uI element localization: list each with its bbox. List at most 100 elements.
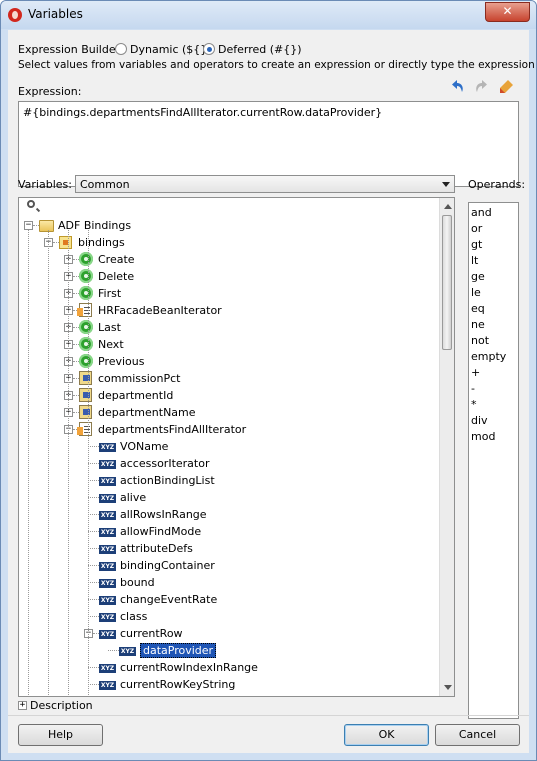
tree-item-label[interactable]: currentRow — [120, 627, 183, 640]
tree-item-label[interactable]: commissionPct — [98, 372, 180, 385]
variables-tree-panel: − ADF Bindings − bindings + Create + Delete + Fir… — [18, 197, 455, 697]
tree-search-input[interactable] — [21, 200, 452, 214]
collapse-icon[interactable]: − — [24, 221, 33, 230]
tree-item-label[interactable]: First — [98, 287, 121, 300]
tree-item-label[interactable]: class — [120, 610, 147, 623]
tree-scrollbar[interactable] — [439, 198, 454, 696]
tree-item-label[interactable]: Previous — [98, 355, 145, 368]
tree-item-label[interactable]: departmentId — [98, 389, 173, 402]
operand-item[interactable]: lt — [471, 253, 478, 269]
help-button[interactable]: Help — [18, 724, 103, 746]
variables-select-value: Common — [80, 178, 130, 191]
operand-item[interactable]: - — [471, 381, 475, 397]
tree-row[interactable]: XYZ class — [19, 608, 439, 625]
tree-item-label[interactable]: bindings — [78, 236, 125, 249]
tree-item-label[interactable]: departmentName — [98, 406, 196, 419]
operand-item[interactable]: ne — [471, 317, 485, 333]
tree-row[interactable]: + Next — [19, 336, 439, 353]
tree-row[interactable]: XYZ changeEventRate — [19, 591, 439, 608]
operand-item[interactable]: or — [471, 221, 482, 237]
description-label[interactable]: Description — [30, 699, 93, 712]
tree-guide-line — [48, 230, 49, 695]
tree-row[interactable]: + Previous — [19, 353, 439, 370]
tree-item-label[interactable]: changeEventRate — [120, 593, 217, 606]
title-bar[interactable]: Variables ✕ — [1, 1, 536, 29]
close-button[interactable]: ✕ — [485, 2, 530, 22]
tree-row[interactable]: − ADF Bindings — [19, 217, 439, 234]
xyz-icon: XYZ — [99, 613, 116, 622]
scroll-down-icon[interactable] — [444, 685, 452, 690]
tree-item-label[interactable]: bindingContainer — [120, 559, 215, 572]
tree-row[interactable]: + departmentName — [19, 404, 439, 421]
tree-row[interactable]: + HRFacadeBeanIterator — [19, 302, 439, 319]
tree-item-label[interactable]: dataProvider — [140, 643, 217, 658]
tree-row[interactable]: XYZ currentRowKeyString — [19, 676, 439, 693]
tree-item-label[interactable]: VOName — [120, 440, 168, 453]
operand-item[interactable]: and — [471, 205, 492, 221]
tree-row[interactable]: + Delete — [19, 268, 439, 285]
operand-item[interactable]: not — [471, 333, 489, 349]
tree-item-label[interactable]: Delete — [98, 270, 134, 283]
tree-row[interactable]: + First — [19, 285, 439, 302]
operand-item[interactable]: empty — [471, 349, 506, 365]
ok-button[interactable]: OK — [344, 724, 429, 746]
tree-row[interactable]: XYZ attributeDefs — [19, 540, 439, 557]
deferred-radio-label[interactable]: Deferred (#{}) — [218, 43, 302, 56]
variables-select[interactable]: Common — [75, 175, 455, 193]
tree-item-label[interactable]: currentRowIndexInRange — [120, 661, 258, 674]
operand-item[interactable]: ge — [471, 269, 485, 285]
gear-icon — [79, 269, 93, 283]
operand-item[interactable]: * — [471, 397, 477, 413]
tree-row[interactable]: − XYZ currentRow — [19, 625, 439, 642]
description-expand-icon[interactable]: + — [18, 701, 27, 710]
operand-item[interactable]: gt — [471, 237, 482, 253]
deferred-radio[interactable] — [203, 43, 215, 55]
undo-icon[interactable] — [450, 79, 466, 95]
tree-item-label[interactable]: accessorIterator — [120, 457, 209, 470]
tree-item-label[interactable]: attributeDefs — [120, 542, 193, 555]
tree-row[interactable]: XYZ dataProvider — [19, 642, 439, 659]
tree-item-label[interactable]: HRFacadeBeanIterator — [98, 304, 222, 317]
tree-row[interactable]: − bindings — [19, 234, 439, 251]
eraser-icon[interactable] — [498, 79, 514, 95]
tree-item-label[interactable]: actionBindingList — [120, 474, 215, 487]
tree-item-label[interactable]: Next — [98, 338, 124, 351]
tree-row[interactable]: − departmentsFindAllIterator — [19, 421, 439, 438]
dynamic-radio[interactable] — [115, 43, 127, 55]
operand-item[interactable]: div — [471, 413, 488, 429]
tree-row[interactable]: XYZ bindingContainer — [19, 557, 439, 574]
tree-row[interactable]: + Last — [19, 319, 439, 336]
oracle-app-icon — [8, 8, 22, 22]
tree-item-label[interactable]: departmentsFindAllIterator — [98, 423, 246, 436]
cancel-button[interactable]: Cancel — [435, 724, 520, 746]
tree-row[interactable]: XYZ actionBindingList — [19, 472, 439, 489]
tree-connector — [88, 565, 99, 566]
tree-item-label[interactable]: currentRowKeyString — [120, 678, 235, 691]
tree-row[interactable]: XYZ alive — [19, 489, 439, 506]
operand-item[interactable]: + — [471, 365, 480, 381]
tree-row[interactable]: XYZ accessorIterator — [19, 455, 439, 472]
operand-item[interactable]: eq — [471, 301, 485, 317]
tree-item-label[interactable]: bound — [120, 576, 155, 589]
scrollbar-thumb[interactable] — [442, 215, 452, 350]
dynamic-radio-label[interactable]: Dynamic (${}) — [130, 43, 212, 56]
tree-row[interactable]: XYZ allowFindMode — [19, 523, 439, 540]
tree-row[interactable]: XYZ allRowsInRange — [19, 506, 439, 523]
tree-item-label[interactable]: alive — [120, 491, 146, 504]
scroll-up-icon[interactable] — [444, 204, 452, 209]
tree-row[interactable]: XYZ VOName — [19, 438, 439, 455]
bindings-icon — [59, 236, 72, 249]
tree-connector — [88, 616, 99, 617]
redo-icon[interactable] — [473, 79, 489, 95]
operand-item[interactable]: mod — [471, 429, 495, 445]
tree-row[interactable]: + Create — [19, 251, 439, 268]
tree-row[interactable]: + departmentId — [19, 387, 439, 404]
tree-item-label[interactable]: allRowsInRange — [120, 508, 207, 521]
tree-item-label[interactable]: Create — [98, 253, 135, 266]
tree-item-label[interactable]: Last — [98, 321, 121, 334]
tree-item-label[interactable]: allowFindMode — [120, 525, 201, 538]
tree-row[interactable]: XYZ currentRowIndexInRange — [19, 659, 439, 676]
tree-row[interactable]: + commissionPct — [19, 370, 439, 387]
tree-row[interactable]: XYZ bound — [19, 574, 439, 591]
operand-item[interactable]: le — [471, 285, 481, 301]
